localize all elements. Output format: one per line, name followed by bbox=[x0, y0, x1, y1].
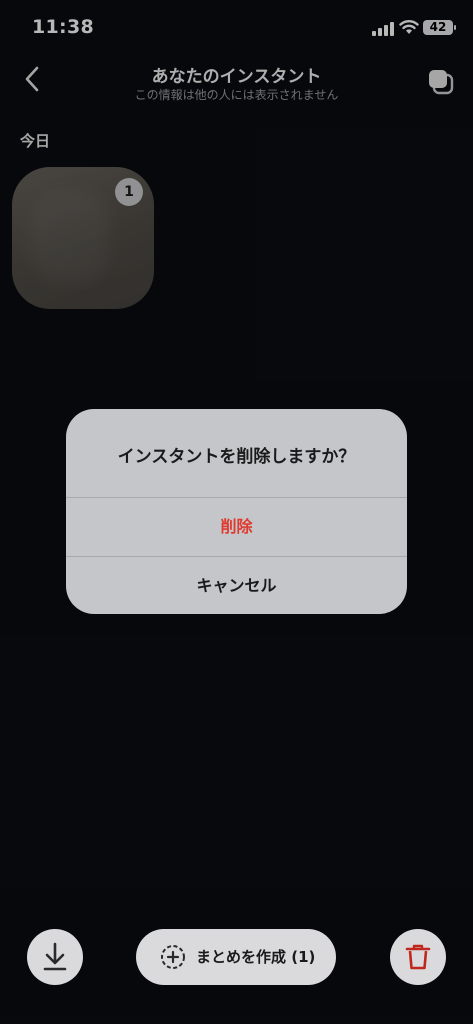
delete-confirm-dialog: インスタントを削除しますか？ 削除 キャンセル bbox=[66, 409, 407, 614]
dialog-title: インスタントを削除しますか？ bbox=[117, 447, 356, 467]
download-button[interactable] bbox=[27, 929, 83, 985]
trash-icon bbox=[405, 944, 431, 970]
cancel-button[interactable]: キャンセル bbox=[66, 557, 407, 614]
bottom-toolbar: まとめを作成 (1) bbox=[0, 928, 473, 988]
add-circle-dashed-icon bbox=[161, 945, 185, 969]
create-summary-label: まとめを作成 (1) bbox=[196, 948, 316, 966]
delete-trash-button[interactable] bbox=[390, 929, 446, 985]
create-summary-button[interactable]: まとめを作成 (1) bbox=[136, 929, 336, 985]
download-icon bbox=[43, 942, 67, 971]
delete-button[interactable]: 削除 bbox=[66, 498, 407, 556]
